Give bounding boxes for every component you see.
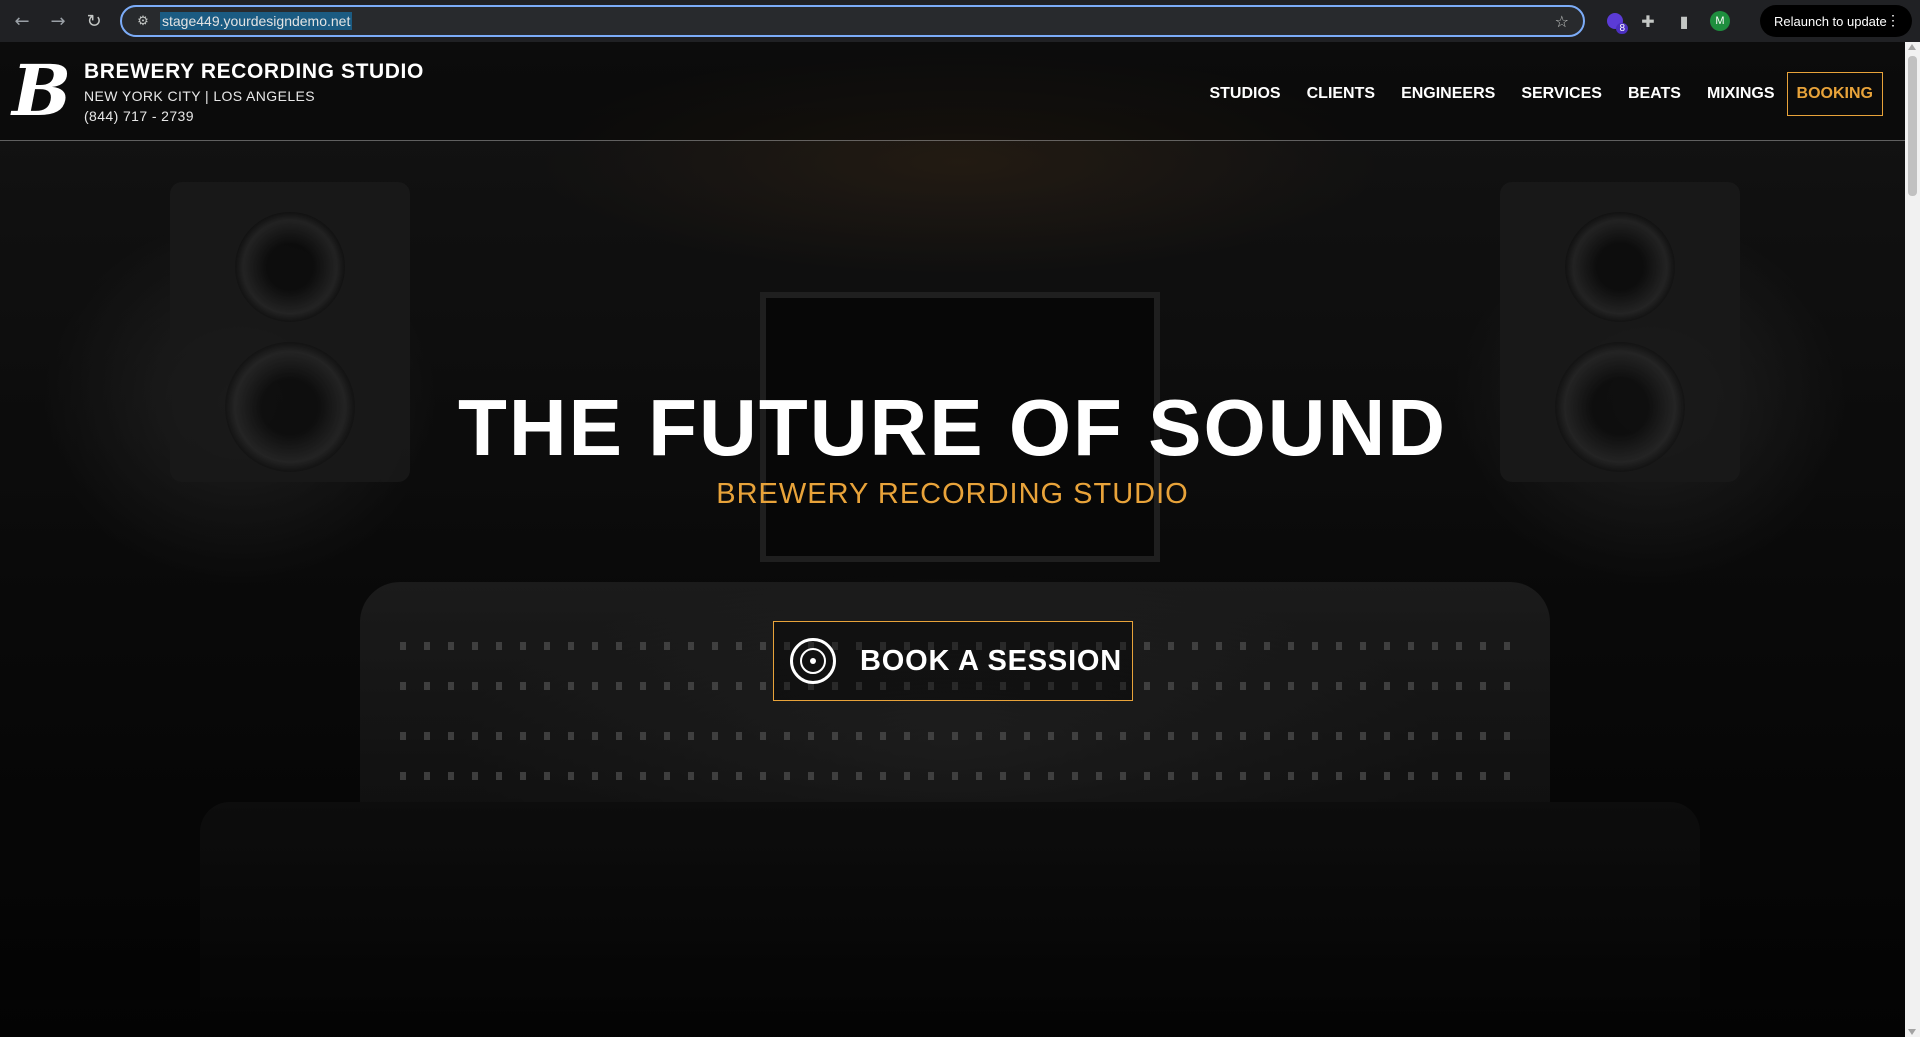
hero-subtitle: BREWERY RECORDING STUDIO xyxy=(716,478,1189,510)
relaunch-button[interactable]: Relaunch to update ⋮ xyxy=(1760,5,1912,37)
arrow-left-icon: ← xyxy=(14,10,30,32)
hero-overlay xyxy=(0,42,1905,1037)
arrow-right-icon: → xyxy=(50,10,66,32)
nav-clients[interactable]: CLIENTS xyxy=(1307,85,1375,103)
extension-badge-count: 8 xyxy=(1616,23,1628,34)
vinyl-record-icon xyxy=(790,638,836,684)
reload-icon: ↻ xyxy=(86,10,102,32)
more-vert-icon: ⋮ xyxy=(1886,12,1900,28)
browser-toolbar: ← → ↻ ⚙ stage449.yourdesigndemo.net ☆ 8 … xyxy=(0,0,1920,42)
nav-studios[interactable]: STUDIOS xyxy=(1209,85,1280,103)
back-button[interactable]: ← xyxy=(4,3,40,39)
book-session-label: BOOK A SESSION xyxy=(860,644,1123,677)
brand-locations: NEW YORK CITY | LOS ANGELES xyxy=(84,88,315,104)
star-icon[interactable]: ☆ xyxy=(1555,12,1569,31)
reload-button[interactable]: ↻ xyxy=(76,3,112,39)
profile-avatar[interactable]: M xyxy=(1710,11,1730,31)
book-session-button[interactable]: BOOK A SESSION xyxy=(773,621,1133,701)
relaunch-label: Relaunch to update xyxy=(1774,13,1887,29)
scroll-thumb[interactable] xyxy=(1908,56,1917,196)
scroll-down-arrow-icon[interactable] xyxy=(1908,1029,1916,1035)
page-scrollbar[interactable] xyxy=(1905,42,1920,1037)
brand-block: BREWERY RECORDING STUDIO NEW YORK CITY |… xyxy=(84,60,424,124)
site-header: B BREWERY RECORDING STUDIO NEW YORK CITY… xyxy=(0,42,1905,141)
hero-title: THE FUTURE OF SOUND xyxy=(457,383,1448,472)
puzzle-icon: ✚ xyxy=(1641,11,1655,31)
brand-name[interactable]: BREWERY RECORDING STUDIO xyxy=(84,60,424,84)
nav-beats[interactable]: BEATS xyxy=(1628,85,1681,103)
forward-button[interactable]: → xyxy=(40,3,76,39)
main-nav: STUDIOS CLIENTS ENGINEERS SERVICES BEATS… xyxy=(1183,72,1883,116)
scroll-up-arrow-icon[interactable] xyxy=(1908,44,1916,50)
side-panel-button[interactable]: ▮ xyxy=(1666,3,1702,39)
extension-button[interactable]: 8 xyxy=(1600,6,1630,36)
url-text[interactable]: stage449.yourdesigndemo.net xyxy=(160,12,353,30)
address-bar[interactable]: ⚙ stage449.yourdesigndemo.net ☆ xyxy=(120,5,1585,37)
brewery-logo[interactable]: B xyxy=(12,56,71,126)
tune-icon[interactable]: ⚙ xyxy=(130,14,156,29)
nav-services[interactable]: SERVICES xyxy=(1521,85,1602,103)
nav-engineers[interactable]: ENGINEERS xyxy=(1401,85,1495,103)
hero-background-image xyxy=(0,42,1905,1037)
extensions-button[interactable]: ✚ xyxy=(1630,3,1666,39)
extensions-area: 8 ✚ ▮ M xyxy=(1600,0,1738,42)
nav-mixings[interactable]: MIXINGS xyxy=(1707,85,1775,103)
brand-phone[interactable]: (844) 717 - 2739 xyxy=(84,108,424,124)
nav-booking-button[interactable]: BOOKING xyxy=(1786,72,1883,116)
page-viewport: B BREWERY RECORDING STUDIO NEW YORK CITY… xyxy=(0,42,1905,1037)
side-panel-icon: ▮ xyxy=(1679,11,1689,31)
